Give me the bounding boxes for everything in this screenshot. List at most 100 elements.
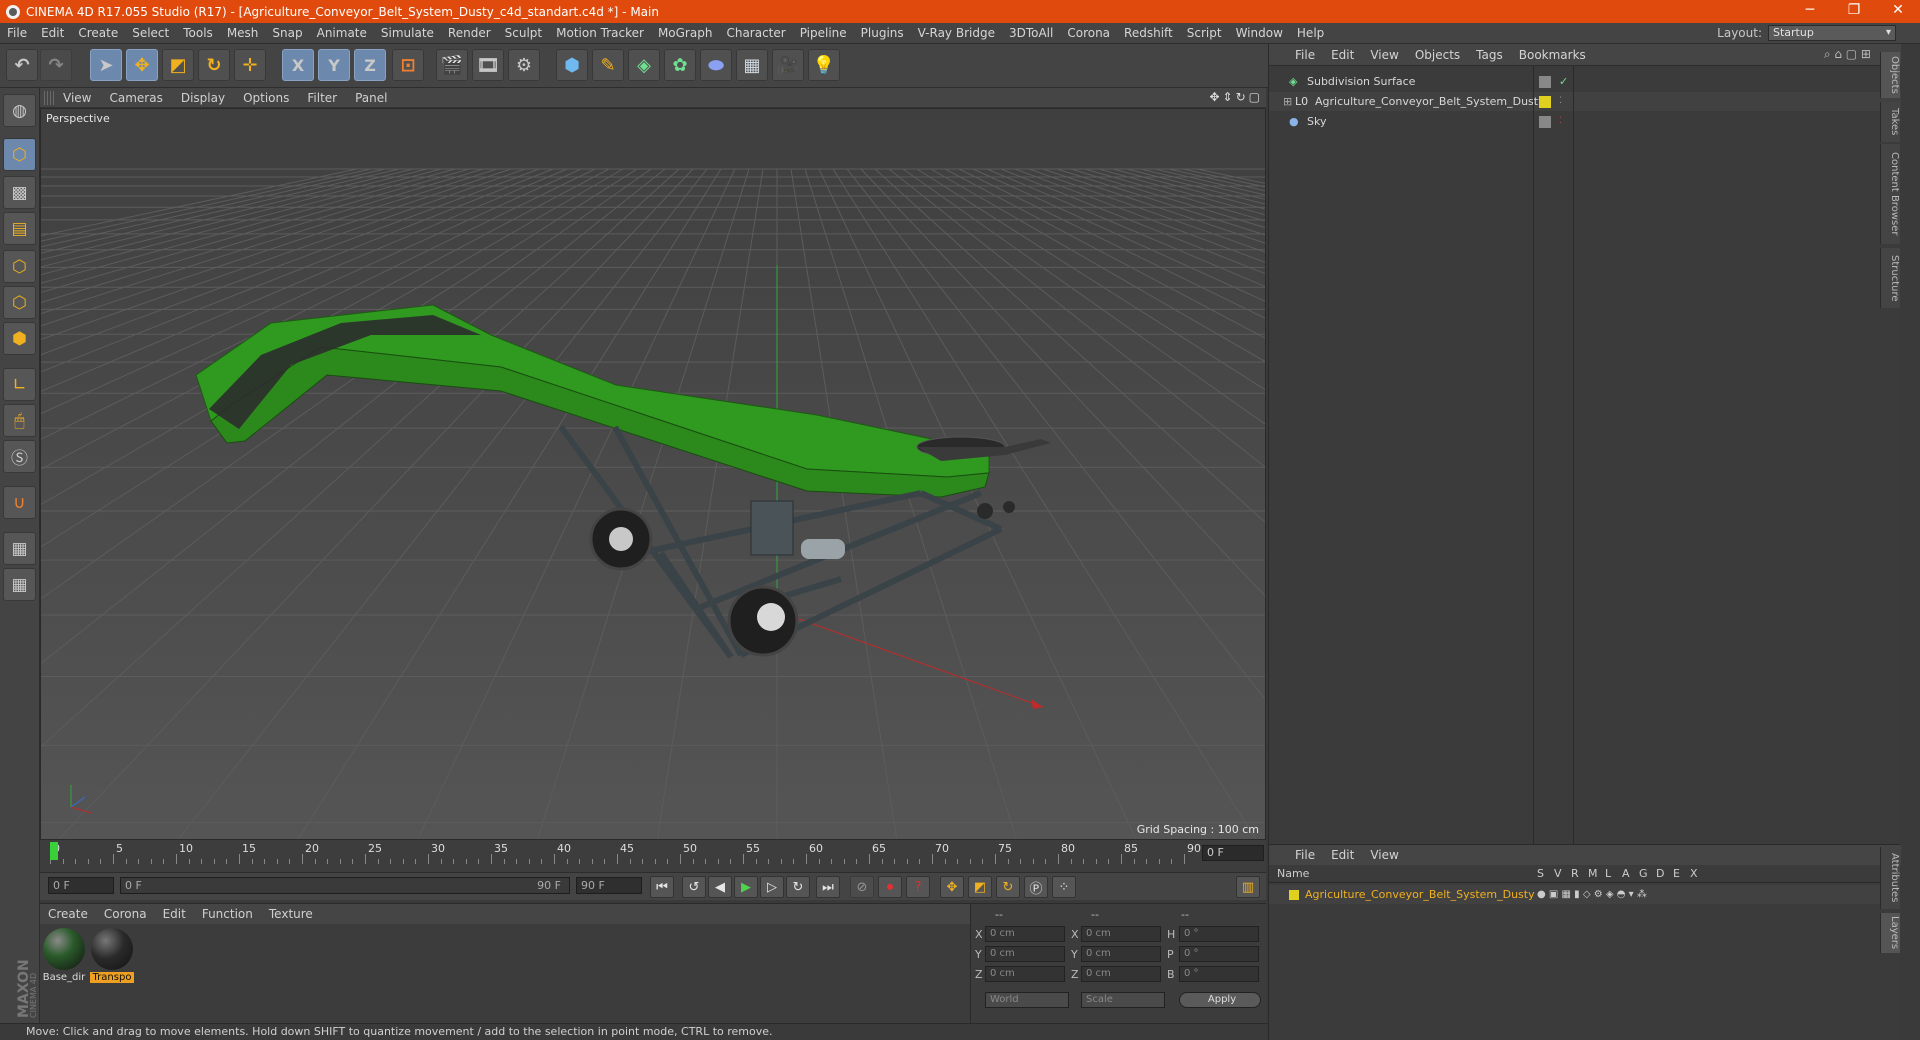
texture-mode-icon[interactable]: ▩ (3, 176, 36, 209)
menu-motion-tracker[interactable]: Motion Tracker (549, 26, 651, 40)
menu-create[interactable]: Create (71, 26, 125, 40)
end-frame-field[interactable]: 90 F (576, 877, 642, 894)
viewport-menu-options[interactable]: Options (234, 91, 298, 105)
material-transpo[interactable]: Transpo (90, 928, 134, 986)
menu-file[interactable]: File (0, 26, 34, 40)
select-cursor-icon[interactable]: ➤ (90, 49, 122, 81)
menu-mograph[interactable]: MoGraph (651, 26, 720, 40)
object-row-sky[interactable]: ● Sky ⁚ (1269, 112, 1901, 131)
light-icon[interactable]: 💡 (808, 49, 840, 81)
menu-vray-bridge[interactable]: V-Ray Bridge (911, 26, 1002, 40)
make-editable-icon[interactable]: ◍ (3, 94, 36, 127)
key-rotation-icon[interactable]: ↻ (996, 876, 1020, 898)
scale-icon[interactable]: ◩ (162, 49, 194, 81)
workplane-icon[interactable]: ▤ (3, 212, 36, 245)
material-menu-edit[interactable]: Edit (155, 907, 194, 921)
axis-z-toggle[interactable]: Z (354, 49, 386, 81)
step-forward-icon[interactable]: ▷ (760, 876, 784, 898)
tab-objects[interactable]: Objects (1880, 52, 1900, 98)
goto-prev-key-icon[interactable]: ↺ (682, 876, 706, 898)
perspective-viewport[interactable]: Perspective Grid Spacing : 100 cm (40, 108, 1266, 840)
deformer-icon[interactable]: ⬬ (700, 49, 732, 81)
layers-menu-edit[interactable]: Edit (1323, 848, 1362, 862)
layer-color-swatch[interactable] (1539, 96, 1551, 108)
snap-magnet-icon[interactable]: ∪ (3, 486, 36, 519)
rotation-p-field[interactable]: 0 ° (1179, 946, 1259, 962)
preview-range-slider[interactable]: 0 F 90 F (120, 877, 570, 894)
render-settings-icon[interactable]: ⚙ (508, 49, 540, 81)
tab-structure[interactable]: Structure (1880, 248, 1900, 308)
editor-visibility-toggle[interactable] (1539, 76, 1551, 88)
tweak-mode-icon[interactable]: 🖱 (3, 404, 36, 437)
size-x-field[interactable]: 0 cm (1081, 926, 1161, 942)
transform-icon[interactable]: ✛ (234, 49, 266, 81)
goto-end-icon[interactable]: ⏭ (816, 876, 840, 898)
model-mode-icon[interactable]: ⬡ (3, 138, 36, 171)
pen-spline-icon[interactable]: ✎ (592, 49, 624, 81)
position-y-field[interactable]: 0 cm (985, 946, 1065, 962)
editor-visibility-toggle[interactable] (1539, 116, 1551, 128)
size-y-field[interactable]: 0 cm (1081, 946, 1161, 962)
step-back-icon[interactable]: ◀ (708, 876, 732, 898)
expand-icon[interactable]: ⊞ (1283, 92, 1292, 111)
goto-next-key-icon[interactable]: ↻ (786, 876, 810, 898)
axis-mode-icon[interactable]: ∟ (3, 368, 36, 401)
record-icon[interactable]: ⏺ (878, 876, 902, 898)
menu-animate[interactable]: Animate (310, 26, 374, 40)
key-parameter-icon[interactable]: Ⓟ (1024, 876, 1048, 898)
layer-flags-icons[interactable]: ● ▣ ▦ ▮ ◇ ⚙ ◈ ◓ ▾ ⁂ (1537, 885, 1647, 904)
minimize-button[interactable]: ─ (1788, 0, 1832, 23)
rotation-h-field[interactable]: 0 ° (1179, 926, 1259, 942)
position-z-field[interactable]: 0 cm (985, 966, 1065, 982)
tab-layers[interactable]: Layers (1880, 913, 1900, 953)
objects-menu-bookmarks[interactable]: Bookmarks (1511, 48, 1594, 62)
key-pla-icon[interactable]: ⁘ (1052, 876, 1076, 898)
timeline-ruler[interactable]: 051015202530354045505560657075808590 0 F (40, 840, 1266, 876)
keyframe-selection-icon[interactable]: ⊘ (850, 876, 874, 898)
close-button[interactable]: ✕ (1876, 0, 1920, 23)
apply-button[interactable]: Apply (1179, 992, 1261, 1008)
menu-3dtoall[interactable]: 3DToAll (1002, 26, 1060, 40)
points-mode-icon[interactable]: ⬡ (3, 250, 36, 283)
tab-attributes[interactable]: Attributes (1880, 847, 1900, 909)
layers-menu-view[interactable]: View (1362, 848, 1406, 862)
goto-start-icon[interactable]: ⏮ (650, 876, 674, 898)
layer-color-swatch[interactable] (1289, 890, 1299, 900)
menu-script[interactable]: Script (1180, 26, 1229, 40)
camera-icon[interactable]: 🎥 (772, 49, 804, 81)
size-z-field[interactable]: 0 cm (1081, 966, 1161, 982)
cube-icon[interactable]: ⬢ (556, 49, 588, 81)
menu-window[interactable]: Window (1229, 26, 1290, 40)
tab-takes[interactable]: Takes (1880, 102, 1900, 142)
menu-edit[interactable]: Edit (34, 26, 71, 40)
axis-x-toggle[interactable]: X (282, 49, 314, 81)
layout-dropdown[interactable]: Startup (1768, 25, 1896, 41)
menu-render[interactable]: Render (441, 26, 498, 40)
object-row-conveyor[interactable]: ⊞ L0 Agriculture_Conveyor_Belt_System_Du… (1269, 92, 1901, 111)
panel-grip[interactable] (44, 90, 54, 105)
rotate-icon[interactable]: ↻ (198, 49, 230, 81)
menu-select[interactable]: Select (125, 26, 176, 40)
material-menu-corona[interactable]: Corona (96, 907, 155, 921)
menu-help[interactable]: Help (1290, 26, 1331, 40)
cloner-icon[interactable]: ✿ (664, 49, 696, 81)
viewport-menu-display[interactable]: Display (172, 91, 234, 105)
menu-redshift[interactable]: Redshift (1117, 26, 1180, 40)
edges-mode-icon[interactable]: ⬡ (3, 286, 36, 319)
coordinate-system-icon[interactable]: ⊡ (392, 49, 424, 81)
timeline-window-icon[interactable]: ▥ (1236, 876, 1260, 898)
autokey-icon[interactable]: ? (906, 876, 930, 898)
menu-pipeline[interactable]: Pipeline (793, 26, 854, 40)
position-x-field[interactable]: 0 cm (985, 926, 1065, 942)
visibility-dots-icon[interactable]: ⁚ (1559, 112, 1562, 131)
dolly-icon[interactable]: ⇕ (1223, 90, 1233, 104)
menu-mesh[interactable]: Mesh (220, 26, 266, 40)
axis-y-toggle[interactable]: Y (318, 49, 350, 81)
layer-row[interactable]: Agriculture_Conveyor_Belt_System_Dusty ●… (1269, 885, 1881, 904)
current-frame-field[interactable]: 0 F (1202, 845, 1264, 861)
visibility-dots-icon[interactable]: ⁚ (1559, 92, 1562, 111)
subdivision-icon[interactable]: ◈ (628, 49, 660, 81)
menu-character[interactable]: Character (719, 26, 792, 40)
material-menu-function[interactable]: Function (194, 907, 261, 921)
restore-button[interactable]: ❐ (1832, 0, 1876, 23)
